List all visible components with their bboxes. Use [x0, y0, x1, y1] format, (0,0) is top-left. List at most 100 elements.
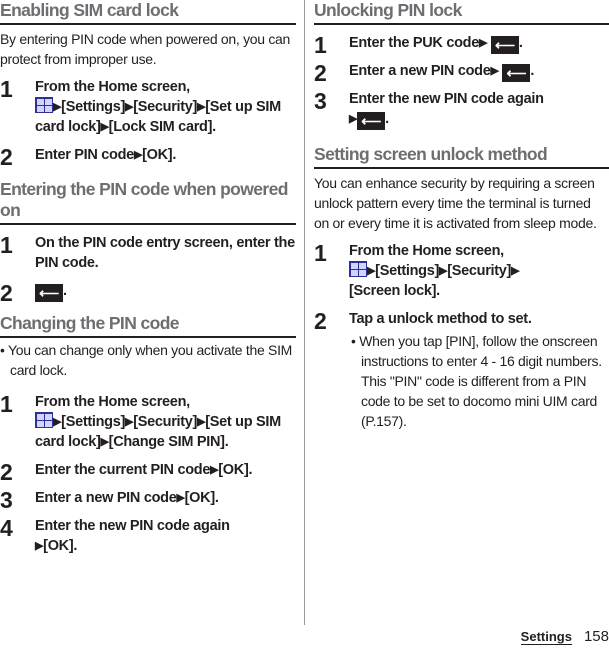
step-number: 2 — [0, 144, 13, 170]
step-text-part: [OK]. — [142, 147, 177, 163]
step-text: From the Home screen, ▶[Settings]▶[Secur… — [35, 75, 296, 137]
step-text-part: [Settings] — [375, 263, 440, 279]
arrow-icon: ▶ — [439, 265, 448, 277]
step-number: 1 — [0, 232, 13, 258]
section-unlocking-pin: Unlocking PIN lock 1 Enter the PUK code▶… — [314, 0, 609, 130]
arrow-icon: ▶ — [367, 265, 376, 277]
step-number: 1 — [314, 240, 327, 266]
step-text: Enter the PUK code▶ ⟵. — [349, 31, 523, 54]
page-number: 158 — [583, 628, 609, 645]
section-entering-pin: Entering the PIN code when powered on 1 … — [0, 179, 296, 305]
step-text-part: [OK]. — [184, 490, 219, 506]
section-intro: You can enhance security by requiring a … — [314, 175, 597, 231]
arrow-icon: ▶ — [349, 113, 358, 125]
period: . — [385, 111, 389, 127]
section-enabling-sim-lock: Enabling SIM card lock By entering PIN c… — [0, 0, 296, 169]
step-3: 3 Enter a new PIN code▶[OK]. — [0, 486, 296, 512]
arrow-icon: ▶ — [133, 149, 143, 161]
step-1: 1 Enter the PUK code▶ ⟵. — [314, 31, 609, 57]
step-2: 2 Enter PIN code▶[OK]. — [0, 143, 296, 169]
step-text-part: [Security] — [133, 99, 198, 115]
step-text-part: [OK]. — [218, 462, 253, 478]
step-text: Enter PIN code▶[OK]. — [35, 143, 176, 165]
section-intro: By entering PIN code when powered on, yo… — [0, 31, 291, 67]
step-text: Enter a new PIN code▶ ⟵. — [349, 59, 534, 82]
step-2: 2 Enter the current PIN code▶[OK]. — [0, 458, 296, 484]
enter-key-icon: ⟵ — [490, 36, 519, 54]
step-1: 1 From the Home screen, ▶[Settings]▶[Sec… — [0, 390, 296, 452]
step-2: 2 Tap a unlock method to set. • When you… — [314, 307, 609, 431]
section-heading: Entering the PIN code when powered on — [0, 179, 296, 225]
step-text-part: Enter a new PIN code — [349, 63, 491, 79]
step-4: 4 Enter the new PIN code again ▶[OK]. — [0, 514, 296, 556]
arrow-icon: ▶ — [53, 416, 62, 428]
period: . — [518, 35, 523, 51]
bullet-icon: • — [0, 342, 5, 358]
note-bullet: • You can change only when you activate … — [0, 340, 296, 380]
step-text-part: [Settings] — [61, 99, 126, 115]
step-text-part: Tap a unlock method to set. — [349, 311, 532, 327]
step-number: 2 — [314, 308, 327, 334]
step-text-part: [Change SIM PIN]. — [108, 434, 229, 450]
bullet-icon: • — [351, 333, 356, 349]
step-text: From the Home screen, ▶[Settings]▶[Secur… — [35, 390, 296, 452]
step-text: Tap a unlock method to set. • When you t… — [349, 307, 609, 431]
step-text-part: [OK]. — [43, 538, 78, 554]
period: . — [530, 63, 535, 79]
step-text-part: . — [63, 283, 67, 299]
step-1: 1 On the PIN code entry screen, enter th… — [0, 231, 296, 273]
step-text-part: From the Home screen, — [35, 394, 190, 410]
step-text: Enter the new PIN code again ▶[OK]. — [35, 514, 230, 556]
section-heading: Setting screen unlock method — [314, 144, 609, 169]
step-text-part: [Lock SIM card]. — [108, 119, 217, 135]
step-text-part: Enter the new PIN code again — [35, 518, 230, 534]
apps-grid-icon — [35, 97, 53, 113]
arrow-icon: ▶ — [100, 436, 109, 448]
step-text-part: [Settings] — [61, 414, 126, 430]
enter-key-icon: ⟵ — [35, 284, 63, 302]
arrow-icon: ▶ — [478, 37, 488, 49]
left-column: Enabling SIM card lock By entering PIN c… — [0, 0, 296, 556]
step-text: ⟵. — [35, 279, 67, 302]
step-text: Enter the new PIN code again ▶ ⟵. — [349, 87, 544, 130]
arrow-icon: ▶ — [125, 416, 134, 428]
section-heading: Unlocking PIN lock — [314, 0, 609, 25]
arrow-icon: ▶ — [511, 265, 520, 277]
arrow-icon: ▶ — [176, 492, 185, 504]
arrow-icon: ▶ — [35, 540, 44, 552]
step-1: 1 From the Home screen, ▶[Settings]▶[Sec… — [314, 239, 609, 301]
step-number: 3 — [0, 487, 13, 513]
apps-grid-icon — [35, 412, 53, 428]
page-footer: Settings 158 — [449, 628, 609, 646]
step-text-part: From the Home screen, — [35, 79, 190, 95]
step-number: 2 — [0, 280, 13, 306]
right-column: Unlocking PIN lock 1 Enter the PUK code▶… — [314, 0, 609, 431]
column-divider — [304, 0, 305, 625]
section-heading: Changing the PIN code — [0, 313, 296, 338]
note-text: When you tap [PIN], follow the onscreen … — [359, 333, 602, 429]
step-text-part: From the Home screen, — [349, 243, 504, 259]
step-number: 4 — [0, 515, 13, 541]
arrow-icon: ▶ — [490, 65, 499, 77]
section-screen-unlock: Setting screen unlock method You can enh… — [314, 144, 609, 431]
step-text: From the Home screen, ▶[Settings]▶[Secur… — [349, 239, 520, 301]
enter-key-icon: ⟵ — [502, 64, 531, 82]
step-text: On the PIN code entry screen, enter the … — [35, 235, 295, 271]
step-text-part: [Screen lock]. — [349, 283, 440, 299]
step-number: 1 — [0, 76, 13, 102]
footer-section-label: Settings — [520, 629, 572, 645]
step-number: 2 — [0, 459, 13, 485]
enter-key-icon: ⟵ — [357, 112, 386, 130]
section-heading: Enabling SIM card lock — [0, 0, 296, 25]
step-text: Enter the current PIN code▶[OK]. — [35, 458, 253, 480]
step-3: 3 Enter the new PIN code again ▶ ⟵. — [314, 87, 609, 130]
note-text: You can change only when you activate th… — [7, 342, 293, 378]
section-changing-pin: Changing the PIN code • You can change o… — [0, 313, 296, 556]
step-1: 1 From the Home screen, ▶[Settings]▶[Sec… — [0, 75, 296, 137]
step-2: 2 ⟵. — [0, 279, 296, 305]
step-text: Enter a new PIN code▶[OK]. — [35, 486, 219, 508]
arrow-icon: ▶ — [100, 121, 109, 133]
step-text-part: Enter the current PIN code — [35, 462, 211, 478]
step-number: 2 — [314, 60, 327, 86]
step-text-part: [Security] — [133, 414, 198, 430]
